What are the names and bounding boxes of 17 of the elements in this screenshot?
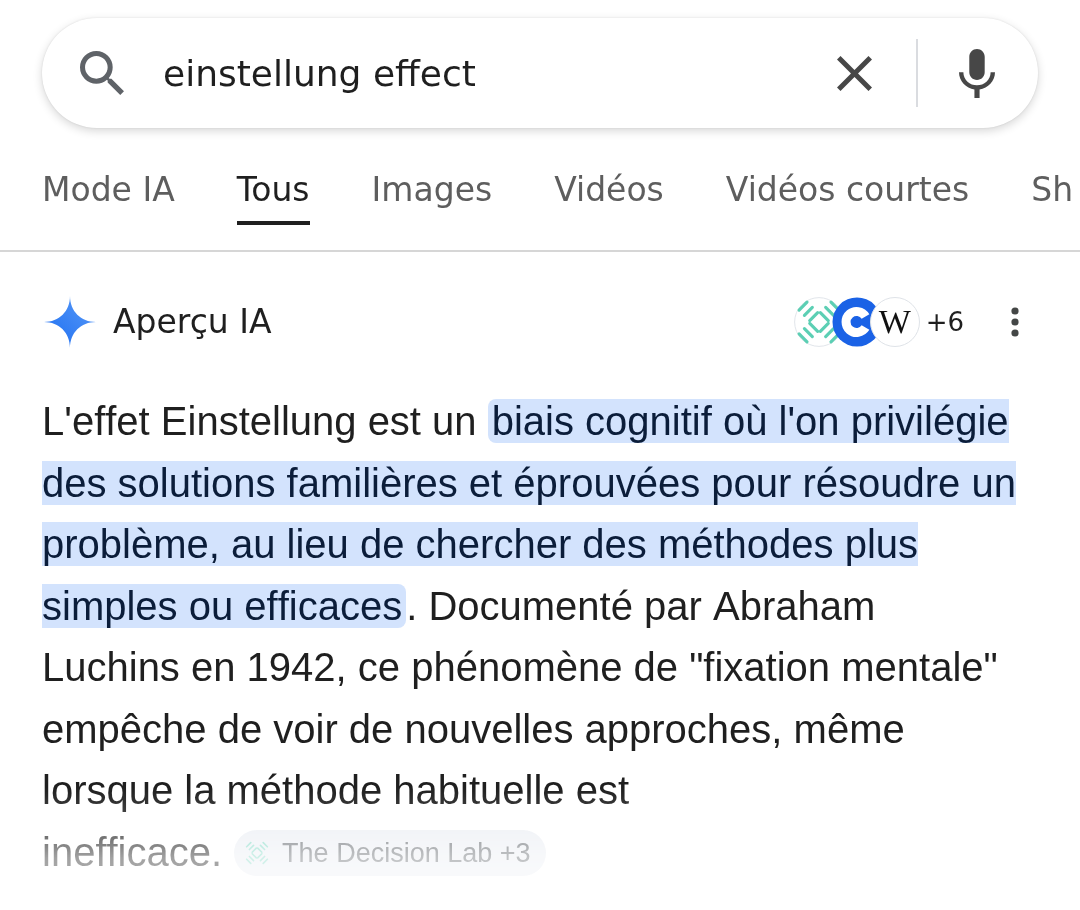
section-title: Aperçu IA bbox=[113, 302, 272, 342]
search-input[interactable]: einstellung effect bbox=[163, 48, 830, 98]
tab[interactable]: Images bbox=[371, 170, 493, 225]
search-icon bbox=[80, 51, 124, 95]
tab[interactable]: Tous bbox=[236, 170, 310, 225]
mic-icon bbox=[959, 48, 995, 98]
close-icon bbox=[836, 55, 872, 91]
sources-button[interactable]: W +6 bbox=[793, 297, 964, 347]
pattern-logo-icon bbox=[244, 839, 271, 866]
tab[interactable]: Sh bbox=[1031, 170, 1074, 225]
voice-search-button[interactable] bbox=[957, 46, 997, 100]
more-icon bbox=[1011, 307, 1019, 337]
tab[interactable]: Mode IA bbox=[42, 170, 175, 225]
tab[interactable]: Vidéos courtes bbox=[725, 170, 970, 225]
ai-overview-text: L'effet Einstellung est un biais cognitif où l'on privilégie des solutions familières et éprouvées pour résoudre un problème, au lieu de chercher des méthodes plus simples ou efficaces. Documenté par Abraham Luchins en 1942, ce phénomène de "fixation mentale" empêche de voir de nouvelles approches, même lorsque la méthode habituelle est inefficace. The Decision Lab +3 bbox=[42, 398, 1017, 878]
tab[interactable]: Vidéos bbox=[554, 170, 664, 225]
w-logo-icon: W bbox=[869, 297, 920, 347]
